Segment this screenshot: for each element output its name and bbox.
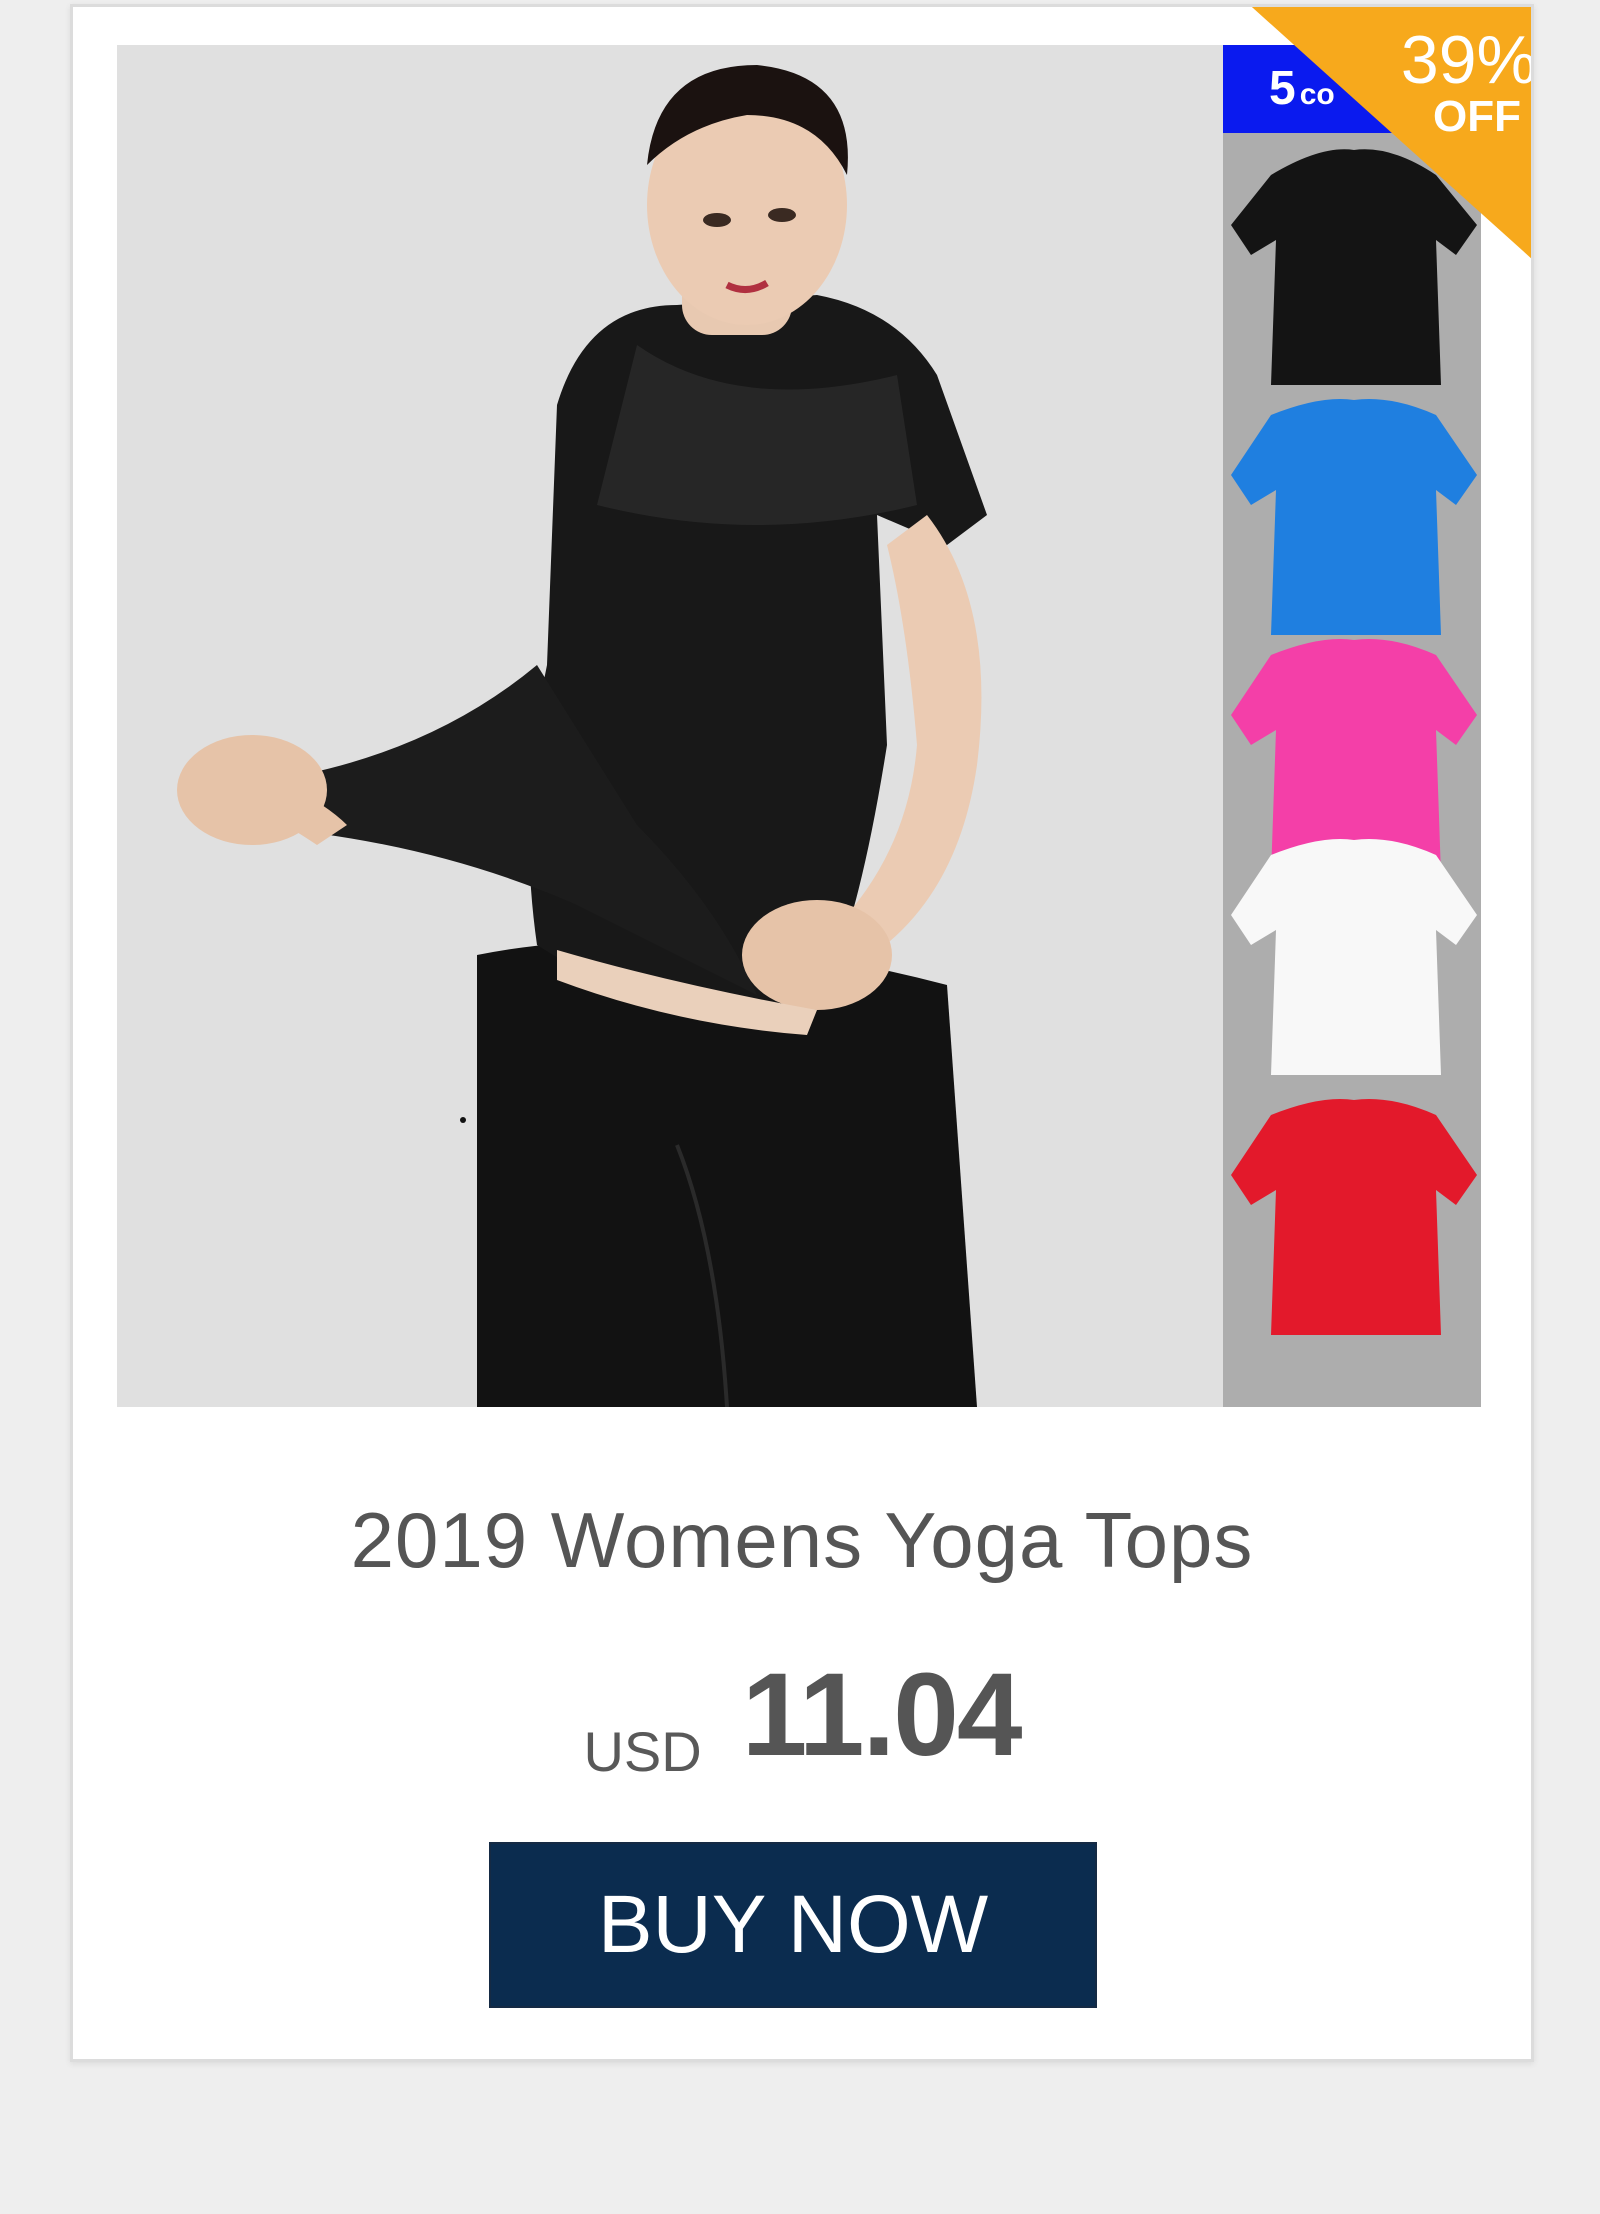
- product-card[interactable]: 5 co 39% OFF 2019 Womens Yoga Tops USD 1…: [70, 4, 1534, 2062]
- price-currency: USD: [583, 1720, 702, 1783]
- swatch-red[interactable]: [1231, 1095, 1477, 1345]
- price: USD 11.04: [73, 1647, 1531, 1783]
- discount-percent: 39%: [1400, 22, 1534, 98]
- swatch-white[interactable]: [1231, 835, 1477, 1085]
- discount-suffix: OFF: [1433, 92, 1521, 141]
- price-amount: 11.04: [741, 1649, 1023, 1781]
- swatch-blue[interactable]: [1231, 395, 1477, 645]
- buy-now-button[interactable]: BUY NOW: [489, 1842, 1097, 2008]
- product-title[interactable]: 2019 Womens Yoga Tops: [73, 1495, 1531, 1586]
